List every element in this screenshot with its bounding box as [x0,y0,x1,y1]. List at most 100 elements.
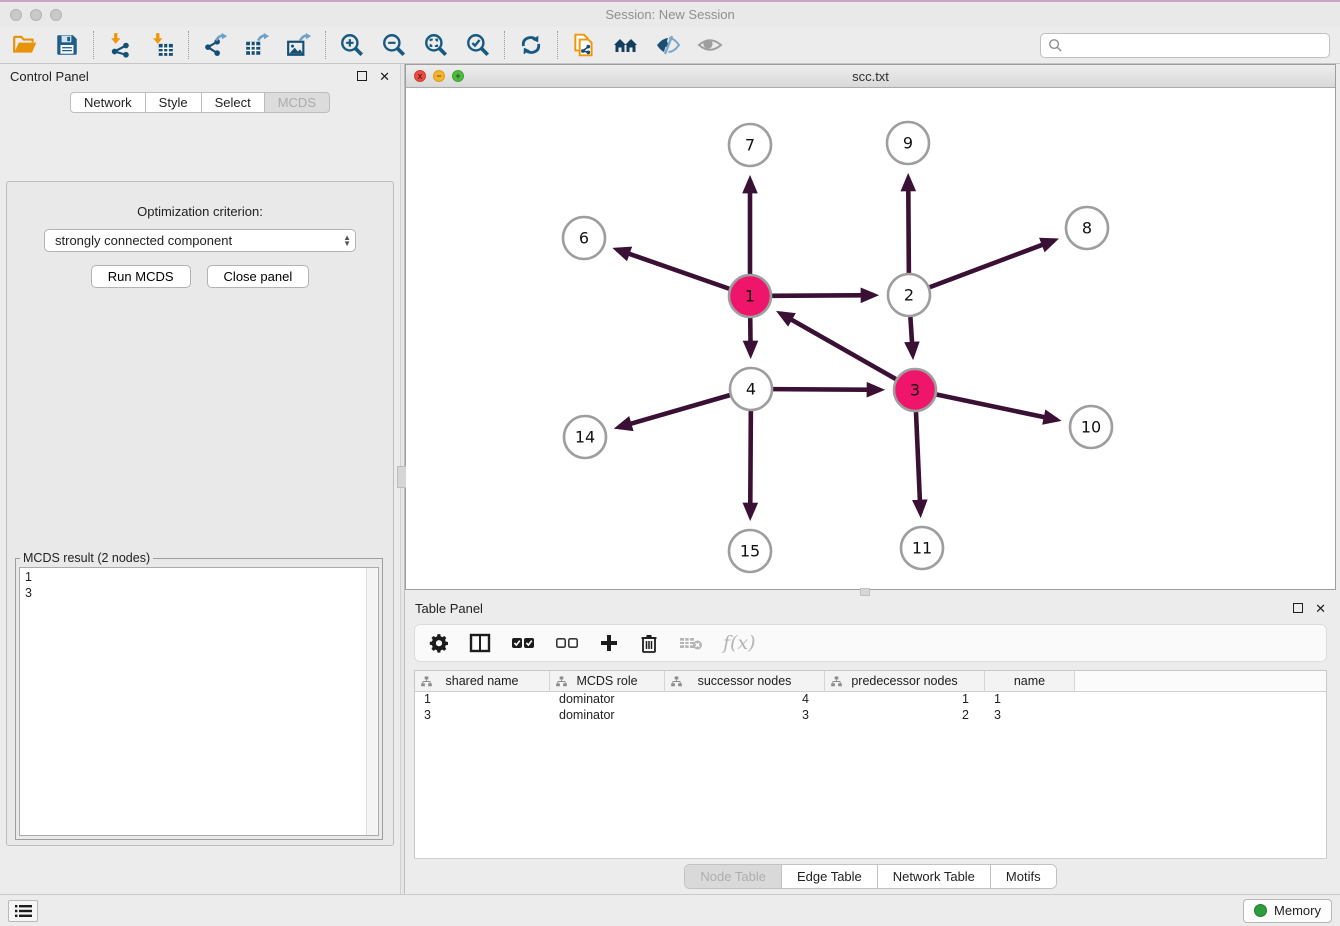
show-all-icon[interactable] [697,32,723,58]
zoom-out-icon[interactable] [381,32,407,58]
open-session-icon[interactable] [12,32,38,58]
close-table-panel-icon[interactable]: ✕ [1315,602,1326,615]
select-all-columns-icon[interactable] [511,635,535,651]
cell-MCDS-role[interactable]: dominator [550,692,665,708]
tab-node-table[interactable]: Node Table [685,865,781,888]
control-panel-tabs: NetworkStyleSelectMCDS [0,92,400,113]
cell-successor-nodes[interactable]: 3 [665,708,825,724]
function-builder-icon[interactable]: f(x) [723,632,756,654]
save-session-icon[interactable] [54,32,80,58]
export-image-icon[interactable] [286,32,312,58]
network-window-titlebar[interactable]: x − + scc.txt [406,65,1335,88]
window-title: Session: New Session [0,7,1340,22]
float-table-panel-icon[interactable] [1293,603,1303,613]
zoom-network-button[interactable]: + [452,70,464,82]
cell-successor-nodes[interactable]: 4 [665,692,825,708]
split-columns-icon[interactable] [469,633,491,653]
graph-edge-1-6[interactable] [617,250,729,289]
vertical-splitter[interactable] [400,64,405,894]
column-header-filler [1075,671,1326,691]
graph-edge-2-3[interactable] [910,317,912,355]
table-tabs: Node TableEdge TableNetwork TableMotifs [684,864,1056,889]
cell-predecessor-nodes[interactable]: 1 [825,692,985,708]
delete-column-icon[interactable] [639,633,659,653]
minimize-window-button[interactable] [30,9,42,21]
zoom-fit-icon[interactable] [423,32,449,58]
table-row-1[interactable]: 1dominator411 [415,692,1326,708]
network-canvas-svg: 7968124314101511 [406,88,1334,588]
tab-select[interactable]: Select [202,92,265,113]
deselect-all-columns-icon[interactable] [555,635,579,651]
zoom-selected-icon[interactable] [465,32,491,58]
import-network-icon[interactable] [107,32,133,58]
minimize-network-button[interactable]: − [433,70,445,82]
close-panel-icon[interactable]: ✕ [379,70,390,83]
window-controls [10,9,62,21]
graph-node-label-7: 7 [745,136,755,155]
float-panel-icon[interactable] [357,71,367,81]
network-canvas[interactable]: 7968124314101511 [406,88,1335,589]
network-window: x − + scc.txt 7968124314101511 [405,64,1336,590]
gear-icon[interactable] [429,633,449,653]
delete-table-icon[interactable] [679,634,703,652]
search-field[interactable] [1068,38,1322,53]
column-header-MCDS-role[interactable]: MCDS role [550,671,665,691]
tab-motifs[interactable]: Motifs [990,865,1056,888]
tab-mcds[interactable]: MCDS [265,92,330,113]
graph-edge-3-1[interactable] [780,313,895,379]
maximize-window-button[interactable] [50,9,62,21]
tab-network-table[interactable]: Network Table [877,865,990,888]
graph-edge-4-14[interactable] [619,395,730,427]
graph-node-label-14: 14 [575,428,595,447]
cell-shared-name[interactable]: 3 [415,708,550,724]
column-header-predecessor-nodes[interactable]: predecessor nodes [825,671,985,691]
tab-edge-table[interactable]: Edge Table [781,865,877,888]
cell-shared-name[interactable]: 1 [415,692,550,708]
graph-edge-2-8[interactable] [930,240,1055,287]
graph-edge-4-3[interactable] [773,389,880,390]
close-network-button[interactable]: x [414,70,426,82]
export-network-icon[interactable] [202,32,228,58]
list-icon [15,904,32,918]
run-mcds-button[interactable]: Run MCDS [91,265,191,288]
close-window-button[interactable] [10,9,22,21]
criterion-value: strongly connected component [55,233,343,248]
right-column: x − + scc.txt 7968124314101511 Table Pan… [405,64,1340,894]
tab-network[interactable]: Network [70,92,146,113]
graph-edge-3-11[interactable] [916,412,920,513]
first-neighbors-icon[interactable] [613,32,639,58]
task-history-button[interactable] [8,900,38,922]
network-title: scc.txt [406,69,1335,84]
cell-name[interactable]: 1 [985,692,1075,708]
horizontal-splitter[interactable] [405,590,1336,596]
node-table: shared nameMCDS rolesuccessor nodesprede… [414,670,1327,859]
graph-edge-4-15[interactable] [750,411,751,516]
export-table-icon[interactable] [244,32,270,58]
column-header-successor-nodes[interactable]: successor nodes [665,671,825,691]
search-input[interactable] [1040,33,1330,58]
import-table-icon[interactable] [149,32,175,58]
table-row-2[interactable]: 3dominator323 [415,708,1326,724]
cell-predecessor-nodes[interactable]: 2 [825,708,985,724]
criterion-select[interactable]: strongly connected component ▲▼ [44,229,356,252]
refresh-icon[interactable] [518,32,544,58]
graph-edge-2-9[interactable] [908,178,909,273]
result-scrollbar[interactable] [366,568,378,835]
graph-node-label-1: 1 [745,287,755,306]
column-header-name[interactable]: name [985,671,1075,691]
memory-status-dot [1254,904,1267,917]
hide-selected-icon[interactable] [655,32,681,58]
column-header-shared-name[interactable]: shared name [415,671,550,691]
cell-name[interactable]: 3 [985,708,1075,724]
close-panel-button[interactable]: Close panel [207,265,310,288]
clone-network-icon[interactable] [571,32,597,58]
horizontal-splitter-handle[interactable] [860,588,870,596]
zoom-in-icon[interactable] [339,32,365,58]
mcds-result-text[interactable]: 1 3 [19,567,379,836]
graph-edge-1-2[interactable] [772,295,874,296]
memory-button[interactable]: Memory [1243,899,1332,923]
add-column-icon[interactable] [599,633,619,653]
cell-MCDS-role[interactable]: dominator [550,708,665,724]
graph-edge-3-10[interactable] [937,395,1057,420]
tab-style[interactable]: Style [146,92,202,113]
